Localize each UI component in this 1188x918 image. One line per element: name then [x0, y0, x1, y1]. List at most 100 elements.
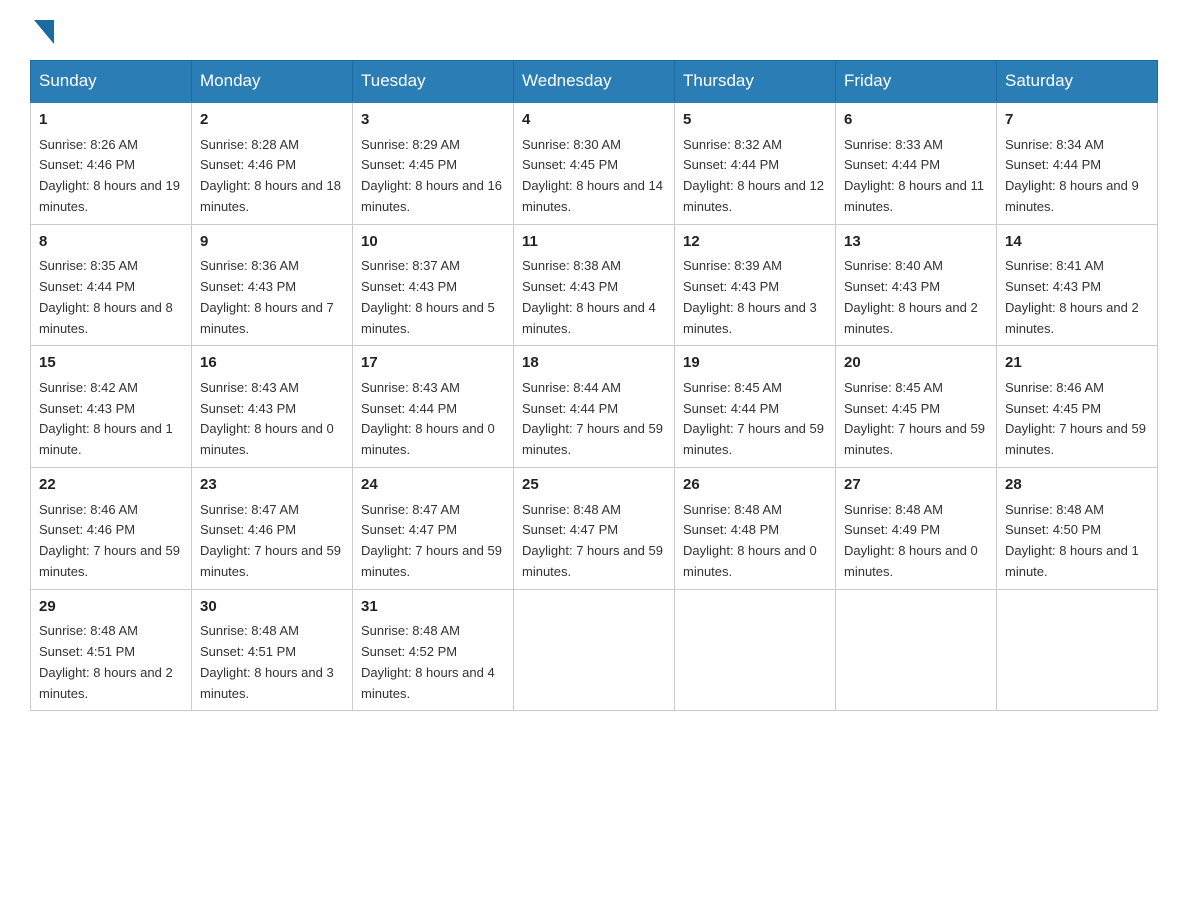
calendar-cell: 11Sunrise: 8:38 AMSunset: 4:43 PMDayligh… [514, 224, 675, 346]
day-info: Sunrise: 8:40 AMSunset: 4:43 PMDaylight:… [844, 256, 988, 339]
calendar-cell: 14Sunrise: 8:41 AMSunset: 4:43 PMDayligh… [997, 224, 1158, 346]
day-number: 6 [844, 109, 988, 132]
calendar-cell: 8Sunrise: 8:35 AMSunset: 4:44 PMDaylight… [31, 224, 192, 346]
calendar-cell: 13Sunrise: 8:40 AMSunset: 4:43 PMDayligh… [836, 224, 997, 346]
day-number: 23 [200, 474, 344, 497]
col-header-saturday: Saturday [997, 61, 1158, 103]
calendar-cell: 5 Sunrise: 8:32 AMSunset: 4:44 PMDaylight… [675, 102, 836, 224]
day-info: Sunrise: 8:32 AMSunset: 4:44 PMDaylight:… [683, 135, 827, 218]
logo [30, 20, 54, 40]
day-number: 3 [361, 109, 505, 132]
calendar-cell: 9Sunrise: 8:36 AMSunset: 4:43 PMDaylight… [192, 224, 353, 346]
calendar-week-row: 22 Sunrise: 8:46 AMSunset: 4:46 PMDayligh… [31, 468, 1158, 590]
day-number: 1 [39, 109, 183, 132]
day-number: 25 [522, 474, 666, 497]
day-info: Sunrise: 8:48 AMSunset: 4:51 PMDaylight:… [39, 621, 183, 704]
calendar-cell: 25 Sunrise: 8:48 AMSunset: 4:47 PMDayligh… [514, 468, 675, 590]
calendar-cell [836, 589, 997, 711]
day-info: Sunrise: 8:43 AMSunset: 4:44 PMDaylight:… [361, 378, 505, 461]
calendar-week-row: 1 Sunrise: 8:26 AMSunset: 4:46 PMDaylight… [31, 102, 1158, 224]
day-number: 2 [200, 109, 344, 132]
day-number: 28 [1005, 474, 1149, 497]
calendar-cell: 31Sunrise: 8:48 AMSunset: 4:52 PMDayligh… [353, 589, 514, 711]
day-info: Sunrise: 8:48 AMSunset: 4:50 PMDaylight:… [1005, 500, 1149, 583]
day-info: Sunrise: 8:47 AMSunset: 4:46 PMDaylight:… [200, 500, 344, 583]
col-header-thursday: Thursday [675, 61, 836, 103]
calendar-cell: 6 Sunrise: 8:33 AMSunset: 4:44 PMDaylight… [836, 102, 997, 224]
day-info: Sunrise: 8:46 AMSunset: 4:45 PMDaylight:… [1005, 378, 1149, 461]
day-info: Sunrise: 8:38 AMSunset: 4:43 PMDaylight:… [522, 256, 666, 339]
day-info: Sunrise: 8:37 AMSunset: 4:43 PMDaylight:… [361, 256, 505, 339]
col-header-monday: Monday [192, 61, 353, 103]
day-number: 16 [200, 352, 344, 375]
day-number: 11 [522, 231, 666, 254]
day-number: 19 [683, 352, 827, 375]
calendar-week-row: 15 Sunrise: 8:42 AMSunset: 4:43 PMDayligh… [31, 346, 1158, 468]
day-info: Sunrise: 8:44 AMSunset: 4:44 PMDaylight:… [522, 378, 666, 461]
calendar-cell: 7 Sunrise: 8:34 AMSunset: 4:44 PMDaylight… [997, 102, 1158, 224]
day-info: Sunrise: 8:48 AMSunset: 4:48 PMDaylight:… [683, 500, 827, 583]
day-number: 30 [200, 596, 344, 619]
calendar-cell: 26 Sunrise: 8:48 AMSunset: 4:48 PMDayligh… [675, 468, 836, 590]
day-info: Sunrise: 8:30 AMSunset: 4:45 PMDaylight:… [522, 135, 666, 218]
calendar-cell [675, 589, 836, 711]
calendar-cell: 4 Sunrise: 8:30 AMSunset: 4:45 PMDaylight… [514, 102, 675, 224]
calendar-cell: 22 Sunrise: 8:46 AMSunset: 4:46 PMDayligh… [31, 468, 192, 590]
day-info: Sunrise: 8:29 AMSunset: 4:45 PMDaylight:… [361, 135, 505, 218]
calendar-cell: 21Sunrise: 8:46 AMSunset: 4:45 PMDayligh… [997, 346, 1158, 468]
day-number: 26 [683, 474, 827, 497]
calendar-cell: 10Sunrise: 8:37 AMSunset: 4:43 PMDayligh… [353, 224, 514, 346]
day-info: Sunrise: 8:26 AMSunset: 4:46 PMDaylight:… [39, 135, 183, 218]
day-number: 31 [361, 596, 505, 619]
day-info: Sunrise: 8:35 AMSunset: 4:44 PMDaylight:… [39, 256, 183, 339]
calendar-week-row: 8Sunrise: 8:35 AMSunset: 4:44 PMDaylight… [31, 224, 1158, 346]
day-number: 10 [361, 231, 505, 254]
calendar-cell: 20 Sunrise: 8:45 AMSunset: 4:45 PMDayligh… [836, 346, 997, 468]
calendar-cell [997, 589, 1158, 711]
calendar-cell: 29Sunrise: 8:48 AMSunset: 4:51 PMDayligh… [31, 589, 192, 711]
day-number: 27 [844, 474, 988, 497]
day-info: Sunrise: 8:47 AMSunset: 4:47 PMDaylight:… [361, 500, 505, 583]
day-number: 4 [522, 109, 666, 132]
day-number: 5 [683, 109, 827, 132]
col-header-wednesday: Wednesday [514, 61, 675, 103]
day-info: Sunrise: 8:45 AMSunset: 4:44 PMDaylight:… [683, 378, 827, 461]
calendar-cell: 16 Sunrise: 8:43 AMSunset: 4:43 PMDayligh… [192, 346, 353, 468]
calendar-header-row: SundayMondayTuesdayWednesdayThursdayFrid… [31, 61, 1158, 103]
day-number: 14 [1005, 231, 1149, 254]
day-number: 7 [1005, 109, 1149, 132]
day-info: Sunrise: 8:46 AMSunset: 4:46 PMDaylight:… [39, 500, 183, 583]
calendar-cell: 12Sunrise: 8:39 AMSunset: 4:43 PMDayligh… [675, 224, 836, 346]
day-info: Sunrise: 8:43 AMSunset: 4:43 PMDaylight:… [200, 378, 344, 461]
col-header-tuesday: Tuesday [353, 61, 514, 103]
calendar-cell: 23 Sunrise: 8:47 AMSunset: 4:46 PMDayligh… [192, 468, 353, 590]
calendar-cell: 27 Sunrise: 8:48 AMSunset: 4:49 PMDayligh… [836, 468, 997, 590]
day-info: Sunrise: 8:34 AMSunset: 4:44 PMDaylight:… [1005, 135, 1149, 218]
day-info: Sunrise: 8:48 AMSunset: 4:47 PMDaylight:… [522, 500, 666, 583]
day-info: Sunrise: 8:41 AMSunset: 4:43 PMDaylight:… [1005, 256, 1149, 339]
calendar-cell: 15 Sunrise: 8:42 AMSunset: 4:43 PMDayligh… [31, 346, 192, 468]
calendar-cell: 28 Sunrise: 8:48 AMSunset: 4:50 PMDayligh… [997, 468, 1158, 590]
day-info: Sunrise: 8:48 AMSunset: 4:51 PMDaylight:… [200, 621, 344, 704]
day-info: Sunrise: 8:42 AMSunset: 4:43 PMDaylight:… [39, 378, 183, 461]
page-header [30, 20, 1158, 40]
calendar-cell [514, 589, 675, 711]
day-info: Sunrise: 8:48 AMSunset: 4:52 PMDaylight:… [361, 621, 505, 704]
day-number: 18 [522, 352, 666, 375]
day-number: 15 [39, 352, 183, 375]
day-info: Sunrise: 8:45 AMSunset: 4:45 PMDaylight:… [844, 378, 988, 461]
calendar-week-row: 29Sunrise: 8:48 AMSunset: 4:51 PMDayligh… [31, 589, 1158, 711]
day-number: 20 [844, 352, 988, 375]
calendar-cell: 19 Sunrise: 8:45 AMSunset: 4:44 PMDayligh… [675, 346, 836, 468]
calendar-cell: 3 Sunrise: 8:29 AMSunset: 4:45 PMDaylight… [353, 102, 514, 224]
day-number: 8 [39, 231, 183, 254]
day-number: 22 [39, 474, 183, 497]
day-number: 17 [361, 352, 505, 375]
calendar-cell: 2Sunrise: 8:28 AMSunset: 4:46 PMDaylight… [192, 102, 353, 224]
calendar-cell: 1 Sunrise: 8:26 AMSunset: 4:46 PMDaylight… [31, 102, 192, 224]
day-number: 24 [361, 474, 505, 497]
day-info: Sunrise: 8:48 AMSunset: 4:49 PMDaylight:… [844, 500, 988, 583]
day-number: 29 [39, 596, 183, 619]
day-info: Sunrise: 8:33 AMSunset: 4:44 PMDaylight:… [844, 135, 988, 218]
calendar-cell: 17 Sunrise: 8:43 AMSunset: 4:44 PMDayligh… [353, 346, 514, 468]
